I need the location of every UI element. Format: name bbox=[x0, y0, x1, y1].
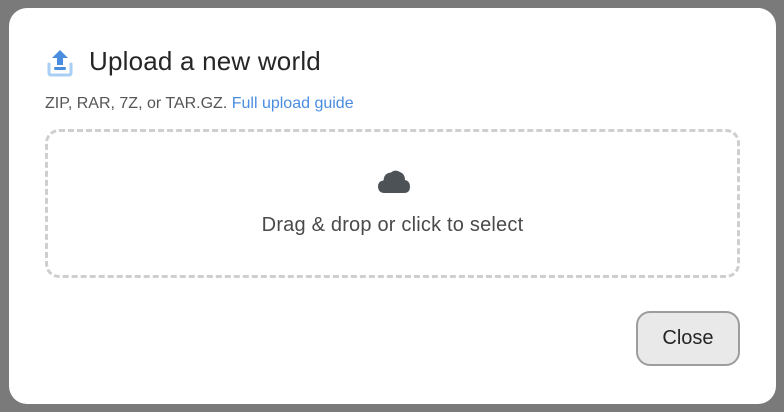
cloud-icon bbox=[377, 168, 411, 194]
supported-formats-text: ZIP, RAR, 7Z, or TAR.GZ. bbox=[45, 95, 228, 112]
file-dropzone[interactable]: Drag & drop or click to select bbox=[45, 129, 740, 278]
full-upload-guide-link[interactable]: Full upload guide bbox=[232, 95, 354, 112]
upload-world-modal: Upload a new world ZIP, RAR, 7Z, or TAR.… bbox=[9, 8, 776, 404]
dropzone-label: Drag & drop or click to select bbox=[261, 214, 524, 236]
upload-formats-line: ZIP, RAR, 7Z, or TAR.GZ. Full upload gui… bbox=[45, 95, 354, 113]
modal-header: Upload a new world bbox=[45, 46, 321, 77]
upload-icon bbox=[45, 47, 75, 77]
modal-title: Upload a new world bbox=[89, 46, 321, 76]
close-button[interactable]: Close bbox=[636, 311, 740, 366]
